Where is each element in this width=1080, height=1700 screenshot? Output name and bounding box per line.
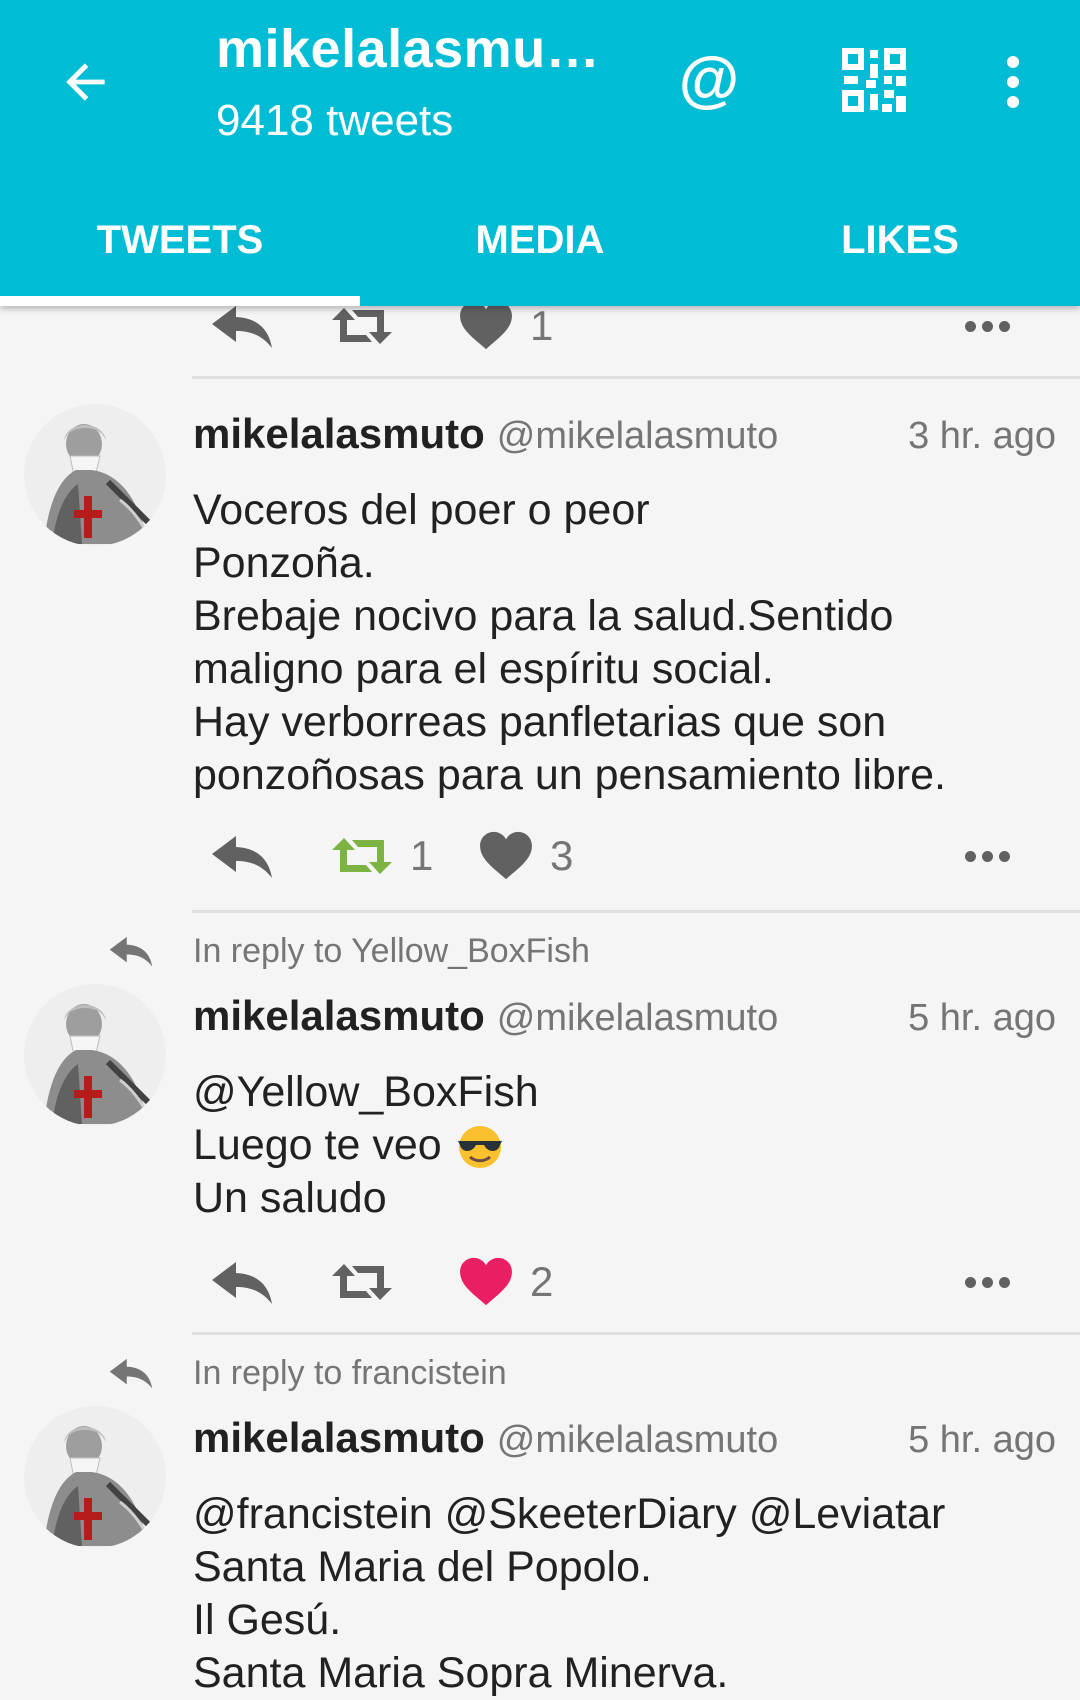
tweet-line: Brebaje nocivo para la salud.Sentido <box>193 592 894 640</box>
tweet-text[interactable]: @Yellow_BoxFish Luego te veo Un saludo <box>193 1066 1040 1225</box>
tweet-count: 9418 tweets <box>216 96 454 145</box>
heart-icon <box>458 1257 514 1307</box>
more-options-icon[interactable] <box>965 1252 1010 1312</box>
tab-tweets[interactable]: TWEETS <box>0 196 360 306</box>
tweet-line: Hay verborreas panfletarias que son <box>193 698 887 746</box>
like-count: 1 <box>530 302 554 349</box>
user-handle[interactable]: @mikelalasmuto <box>497 997 778 1040</box>
retweet-count: 1 <box>410 832 434 879</box>
tweet-actions: 1 3 <box>210 826 1040 886</box>
in-reply-to[interactable]: In reply to Yellow_BoxFish <box>193 932 590 971</box>
user-handle[interactable]: @mikelalasmuto <box>497 1419 778 1462</box>
retweet-icon <box>330 832 394 880</box>
tweet-text[interactable]: Voceros del poer o peor Ponzoña. Brebaje… <box>193 484 1040 802</box>
retweet-icon[interactable] <box>330 1252 394 1312</box>
divider <box>192 376 1080 379</box>
tweet-actions: 1 <box>210 306 1040 366</box>
tweet-line: Voceros del poer o peor <box>193 486 650 534</box>
tweet-line: maligno para el espíritu social. <box>193 645 774 693</box>
like-button[interactable]: 3 <box>478 826 573 886</box>
more-options-icon[interactable] <box>965 826 1010 886</box>
reply-indicator-icon <box>108 934 158 974</box>
avatar[interactable] <box>24 404 166 546</box>
tweet-line: Luego te veo <box>193 1121 442 1169</box>
overflow-menu-icon[interactable] <box>988 48 1038 116</box>
user-handle[interactable]: @mikelalasmuto <box>497 415 778 458</box>
divider <box>192 1332 1080 1335</box>
tweet-time: 5 hr. ago <box>908 1419 1056 1461</box>
like-count: 3 <box>550 832 574 879</box>
heart-icon <box>478 831 534 881</box>
tweet-line: @Yellow_BoxFish <box>193 1068 539 1116</box>
tweet-line: Santa Maria Sopra Minerva. <box>193 1649 729 1697</box>
user-name[interactable]: mikelalasmuto <box>193 410 485 458</box>
like-button[interactable]: 2 <box>458 1252 553 1312</box>
reply-icon[interactable] <box>210 1252 274 1312</box>
tab-likes[interactable]: LIKES <box>720 196 1080 306</box>
tweet-line: Santa Maria del Popolo. <box>193 1543 652 1591</box>
avatar[interactable] <box>24 984 166 1126</box>
divider <box>192 910 1080 913</box>
reply-indicator-icon <box>108 1356 158 1396</box>
sunglasses-emoji-icon <box>454 1123 506 1169</box>
reply-icon[interactable] <box>210 826 274 886</box>
tweet-line: Il Gesú. <box>193 1596 342 1644</box>
tweet-header: mikelalasmuto @mikelalasmuto 3 hr. ago <box>193 410 1056 458</box>
tweet-actions: 2 <box>210 1252 1040 1312</box>
tweet-header: mikelalasmuto @mikelalasmuto 5 hr. ago <box>193 1414 1056 1462</box>
avatar[interactable] <box>24 1406 166 1548</box>
user-name[interactable]: mikelalasmuto <box>193 1414 485 1462</box>
tweet-line: Un saludo <box>193 1174 387 1222</box>
profile-tabs: TWEETS MEDIA LIKES <box>0 196 1080 306</box>
qr-code-icon[interactable] <box>840 46 908 114</box>
active-tab-indicator <box>0 296 360 306</box>
tweet-text[interactable]: @francistein @SkeeterDiary @Leviatar San… <box>193 1488 1040 1700</box>
heart-icon <box>458 301 514 351</box>
back-arrow-icon[interactable] <box>52 48 120 116</box>
tweet-line: ponzoñosas para un pensamiento libre. <box>193 751 947 799</box>
app-bar: mikelalasmu… 9418 tweets @ TWEETS MEDIA … <box>0 0 1080 306</box>
mention-icon[interactable]: @ <box>672 42 746 116</box>
tweet-line: @francistein @SkeeterDiary @Leviatar <box>193 1490 946 1538</box>
like-count: 2 <box>530 1258 554 1305</box>
profile-title: mikelalasmu… <box>216 19 601 79</box>
tweet-header: mikelalasmuto @mikelalasmuto 5 hr. ago <box>193 992 1056 1040</box>
in-reply-to[interactable]: In reply to francistein <box>193 1354 507 1393</box>
user-name[interactable]: mikelalasmuto <box>193 992 485 1040</box>
tweet-line: Ponzoña. <box>193 539 375 587</box>
tweet-time: 5 hr. ago <box>908 997 1056 1039</box>
retweet-button[interactable]: 1 <box>330 826 433 886</box>
tab-media[interactable]: MEDIA <box>360 196 720 306</box>
tweet-time: 3 hr. ago <box>908 415 1056 457</box>
